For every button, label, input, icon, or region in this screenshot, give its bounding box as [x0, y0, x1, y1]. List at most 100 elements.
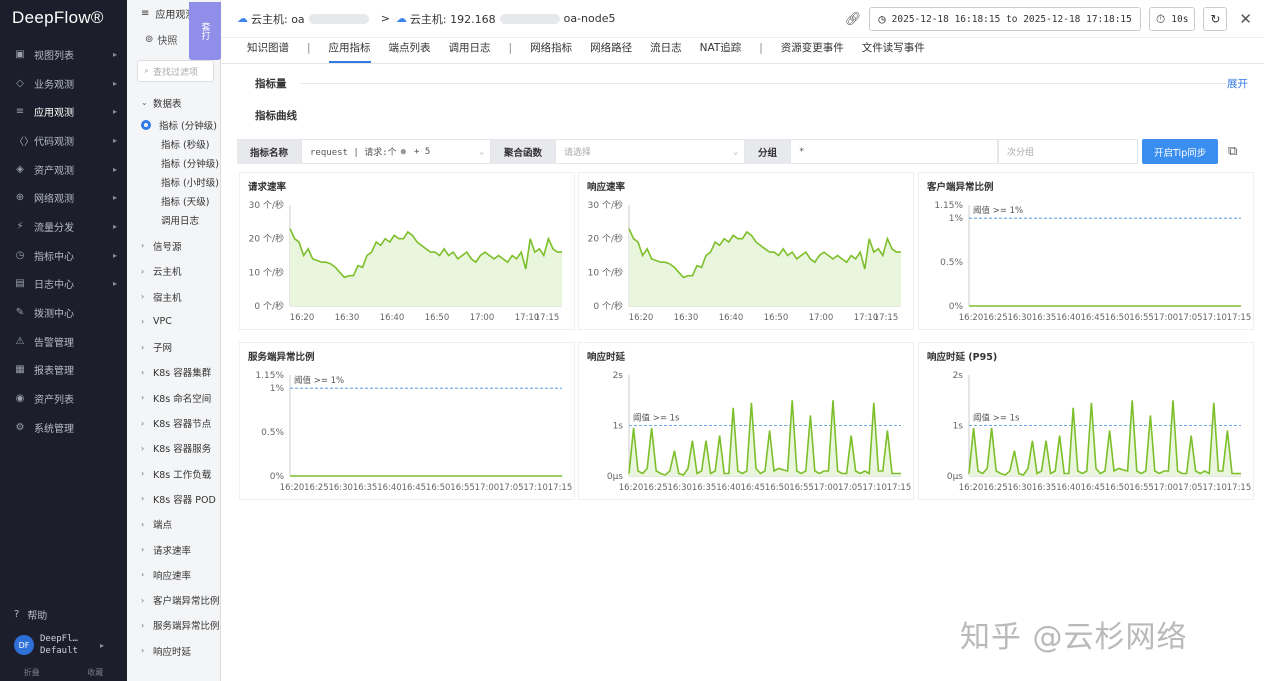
- chevron-right-icon: ▸: [112, 78, 117, 88]
- tab[interactable]: 知识图谱: [247, 39, 289, 63]
- help-link[interactable]: ? 帮助: [0, 601, 127, 627]
- tip-sync-button[interactable]: 开启Tip同步: [1142, 139, 1219, 164]
- tab[interactable]: 文件读写事件: [862, 39, 925, 63]
- nav-item[interactable]: ⚡ 流量分发 ▸: [0, 212, 127, 241]
- metric-select[interactable]: request | 请求:个 ● + 5 ⌄: [301, 139, 492, 164]
- tab[interactable]: NAT追踪: [700, 39, 742, 63]
- filter-search-input[interactable]: ⌕ 查找过滤项: [137, 60, 214, 82]
- search-placeholder: 查找过滤项: [153, 67, 199, 78]
- y-tick-label: 0.5%: [261, 428, 284, 438]
- tree-item[interactable]: › K8s 容器节点: [127, 410, 220, 435]
- expand-button[interactable]: 展开: [1227, 76, 1248, 91]
- tree-option[interactable]: 指标 (小时级): [127, 172, 220, 191]
- x-tick-label: 16:20: [959, 313, 984, 323]
- chevron-right-icon: ›: [141, 443, 145, 453]
- breadcrumb-item-1[interactable]: 云主机: oa: [251, 11, 305, 27]
- nav-item[interactable]: ✎ 拨测中心: [0, 298, 127, 327]
- tree-item[interactable]: › 客户端异常比例: [127, 587, 220, 612]
- breadcrumb-item-2[interactable]: 云主机: 192.168: [410, 11, 496, 27]
- share-icon[interactable]: ⧉: [1228, 144, 1237, 159]
- tab[interactable]: 端点列表: [389, 39, 431, 63]
- x-tick-label: 16:40: [1056, 483, 1081, 493]
- threshold-label: 阈值 >= 1s: [633, 413, 680, 424]
- tree-option-selected[interactable]: 指标 (分钟级): [127, 115, 220, 134]
- tree-item[interactable]: › K8s 容器 POD: [127, 486, 220, 511]
- tree-option[interactable]: 指标 (分钟级): [127, 153, 220, 172]
- refresh-interval-select[interactable]: ⏱︎ 10s: [1148, 7, 1196, 31]
- metric-select-value: request | 请求:个: [310, 148, 397, 158]
- nav-item[interactable]: ◉ 资产列表: [0, 384, 127, 413]
- tree-item[interactable]: › VPC: [127, 309, 220, 334]
- tree-item[interactable]: › K8s 命名空间: [127, 385, 220, 410]
- link-icon[interactable]: 🔗︎: [845, 12, 862, 27]
- tab[interactable]: 应用指标: [328, 39, 371, 63]
- tree-item[interactable]: › 响应速率: [127, 562, 220, 587]
- tree-item-label: 云主机: [153, 267, 182, 279]
- favorite-button[interactable]: 收藏: [87, 667, 103, 678]
- x-tick-label: 16:20: [959, 483, 984, 493]
- chevron-right-icon: ›: [141, 620, 145, 630]
- close-icon[interactable]: ✕: [1239, 10, 1252, 28]
- y-tick-label: 1.15%: [255, 371, 284, 381]
- nav-item[interactable]: ▣ 视图列表 ▸: [0, 40, 127, 69]
- tree-item[interactable]: › K8s 容器服务: [127, 436, 220, 461]
- chart-card: 客户端异常比例 1.15% 1% 0.5% 0% 16:20 16:25 16:30 16:35…: [918, 172, 1254, 330]
- main-nav: DeepFlow® ▣ 视图列表 ▸ ◇ 业务观测 ▸ ≡ 应用观测 ▸ 〈〉 代码观测 ▸ ◈ 资产观测…: [0, 0, 127, 681]
- x-tick-label: 16:50: [765, 483, 790, 493]
- user-menu[interactable]: DF DeepFl… Default ▸: [0, 627, 127, 663]
- tree-item[interactable]: › 端点: [127, 512, 220, 537]
- series-line: [968, 400, 1241, 476]
- tree-item[interactable]: › 服务端异常比例: [127, 613, 220, 638]
- series-line: [628, 400, 901, 476]
- metric-more-count: + 5: [414, 146, 431, 157]
- tab[interactable]: 网络指标: [530, 39, 572, 63]
- subgroup-select[interactable]: 次分组: [998, 139, 1139, 164]
- nav-item[interactable]: 〈〉 代码观测 ▸: [0, 126, 127, 155]
- x-tick-label: 17:00: [814, 483, 839, 493]
- tab[interactable]: 流日志: [650, 39, 682, 63]
- aggregate-label: 聚合函数: [491, 139, 556, 164]
- tree-item[interactable]: › 云主机: [127, 259, 220, 284]
- tree-item[interactable]: › 请求速率: [127, 537, 220, 562]
- nav-item[interactable]: ⚠ 告警管理: [0, 327, 127, 356]
- tree-item[interactable]: › 响应时延: [127, 638, 220, 663]
- nav-item[interactable]: ⊕ 网络观测 ▸: [0, 183, 127, 212]
- y-tick-label: 0μs: [607, 472, 623, 482]
- nav-item[interactable]: ◇ 业务观测 ▸: [0, 69, 127, 98]
- tree-option[interactable]: 指标 (秒级): [127, 134, 220, 153]
- nav-icon: ⚙: [15, 421, 25, 433]
- group-select[interactable]: *: [790, 139, 999, 164]
- time-range-picker[interactable]: ◷ 2025-12-18 16:18:15 to 2025-12-18 17:18…: [869, 7, 1141, 31]
- tree-item[interactable]: › 子网: [127, 334, 220, 359]
- nav-item[interactable]: ⚙ 系统管理: [0, 413, 127, 442]
- breadcrumb-item-3[interactable]: oa-node5: [564, 12, 616, 25]
- tree-item[interactable]: › 信号源: [127, 233, 220, 258]
- x-tick-label: 16:35: [1032, 483, 1057, 493]
- user-org: Default: [40, 646, 78, 656]
- refresh-button[interactable]: ↻: [1203, 7, 1228, 31]
- nav-icon: ◉: [15, 393, 25, 405]
- tab[interactable]: 网络路径: [590, 39, 632, 63]
- chevron-right-icon: ▸: [112, 135, 117, 145]
- tab[interactable]: 资源变更事件: [781, 39, 844, 63]
- tree-option[interactable]: 指标 (天级): [127, 191, 220, 210]
- nav-item[interactable]: ◷ 指标中心 ▸: [0, 241, 127, 270]
- tab[interactable]: 调用日志: [449, 39, 491, 63]
- nav-item[interactable]: ▦ 报表管理: [0, 356, 127, 385]
- x-tick-label: 16:25: [983, 313, 1008, 323]
- timer-icon: ⏱︎: [1155, 11, 1166, 26]
- tree-item-label: 宿主机: [153, 292, 182, 304]
- tree-option[interactable]: 调用日志: [127, 210, 220, 229]
- tree-item[interactable]: › K8s 容器集群: [127, 360, 220, 385]
- tree-group-datatable[interactable]: ⌄ 数据表: [127, 90, 220, 115]
- nav-item[interactable]: ≡ 应用观测 ▸: [0, 97, 127, 126]
- side-tab[interactable]: 套打: [189, 2, 221, 60]
- collapse-button[interactable]: 折叠: [24, 667, 40, 678]
- nav-item[interactable]: ◈ 资产观测 ▸: [0, 155, 127, 184]
- tree-item[interactable]: › 宿主机: [127, 284, 220, 309]
- aggregate-select[interactable]: 请选择 ⌄: [555, 139, 746, 164]
- help-icon: ?: [14, 608, 20, 620]
- x-tick-label: 16:25: [304, 483, 329, 493]
- tree-item[interactable]: › K8s 工作负载: [127, 461, 220, 486]
- nav-item[interactable]: ▤ 日志中心 ▸: [0, 270, 127, 299]
